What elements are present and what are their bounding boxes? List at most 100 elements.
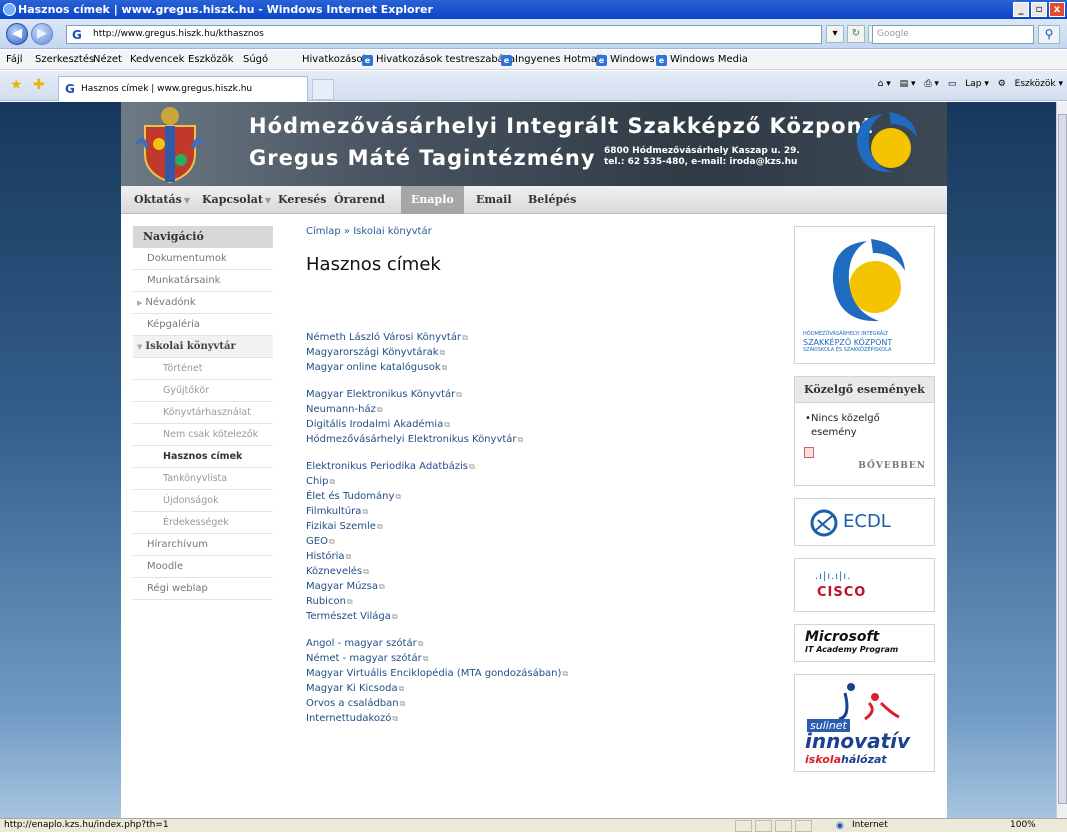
external-link[interactable]: História⧉ [306,549,766,564]
external-link[interactable]: Chip⧉ [306,474,766,489]
dropdown-icon[interactable]: ▾ [826,25,844,43]
address-input[interactable]: Ghttp://www.gregus.hiszk.hu/kthasznos [66,25,822,44]
external-link[interactable]: Német - magyar szótár⧉ [306,651,766,666]
site-icon: G [72,28,82,42]
link-text: Orvos a családban [306,698,399,709]
external-link[interactable]: Orvos a családban⧉ [306,696,766,711]
menu-file[interactable]: Fájl [6,50,23,70]
fav-windows-media[interactable]: e Windows Media [656,50,748,70]
calendar-icon[interactable] [804,447,814,458]
sidebar-subitem-nem-csak-kotelezok[interactable]: Nem csak kötelezők [133,424,273,446]
sidebar-subitem-hasznos-cimek[interactable]: Hasznos címek [133,446,273,468]
sidebar-item-iskolai-konyvtar[interactable]: ▼ Iskolai könyvtár [133,336,273,358]
add-favorite-icon[interactable]: ✚ [33,77,45,93]
nav-oktatas[interactable]: Oktatás ▼ [124,186,200,214]
external-link[interactable]: GEO⧉ [306,534,766,549]
external-link-icon: ⧉ [562,669,569,678]
feeds-icon[interactable]: ▤ ▾ [900,79,916,89]
search-icon[interactable]: ⚲ [1038,25,1060,44]
external-link[interactable]: Filmkultúra⧉ [306,504,766,519]
dropdown-arrow-icon: ▼ [183,195,190,205]
refresh-icon[interactable]: ↻ [847,25,865,43]
page-menu[interactable]: ▭ Lap ▾ [948,79,989,89]
school-logo-icon [832,239,905,322]
external-link[interactable]: Természet Világa⧉ [306,609,766,624]
external-link[interactable]: Németh László Városi Könyvtár⧉ [306,330,766,345]
menu-view[interactable]: Nézet [93,50,122,70]
favorites-star-icon[interactable]: ★ [10,77,23,93]
vertical-scrollbar[interactable] [1056,102,1067,818]
forward-button[interactable]: ▶ [31,23,53,45]
right-sidebar: HÓDMEZŐVÁSÁRHELYI INTEGRÁLT SZAKKÉPZŐ KÖ… [794,226,935,784]
sidebar-subitem-tortenet[interactable]: Történet [133,358,273,380]
menu-favorites[interactable]: Kedvencek [130,50,184,70]
cisco-banner[interactable]: .ı|ı.ı|ı. CISCO [794,558,935,612]
external-link[interactable]: Fizikai Szemle⧉ [306,519,766,534]
external-link[interactable]: Magyar online katalógusok⧉ [306,360,766,375]
sidebar-item-hirarchivum[interactable]: Hírarchívum [133,534,273,556]
sidebar-item-kepgaleria[interactable]: Képgaléria [133,314,273,336]
sidebar-subitem-tankonyvlista[interactable]: Tankönyvlista [133,468,273,490]
menu-tools[interactable]: Eszközök [188,50,234,70]
sidebar-subitem-ujdonsagok[interactable]: Újdonságok [133,490,273,512]
external-link[interactable]: Neumann-ház⧉ [306,402,766,417]
fav-customize-label: Hivatkozások testreszabása [376,54,516,65]
menu-edit[interactable]: Szerkesztés [35,50,94,70]
external-link[interactable]: Magyar Virtuális Enciklopédia (MTA gondo… [306,666,766,681]
link-text: Német - magyar szótár [306,653,422,664]
external-link[interactable]: Elektronikus Periodika Adatbázis⧉ [306,459,766,474]
nav-orarend[interactable]: Órarend [324,186,395,214]
active-tab[interactable]: G Hasznos címek | www.gregus.hiszk.hu [58,76,308,101]
microsoft-banner[interactable]: Microsoft IT Academy Program [794,624,935,662]
nav-belepes[interactable]: Belépés [518,186,586,214]
sidebar-item-regi-weblap[interactable]: Régi weblap [133,578,273,600]
home-icon[interactable]: ⌂ ▾ [878,79,891,89]
maximize-button[interactable]: ▫ [1031,2,1047,17]
scrollbar-thumb[interactable] [1058,114,1067,804]
nav-email[interactable]: Email [466,186,522,214]
external-link[interactable]: Hódmezővásárhelyi Elektronikus Könyvtár⧉ [306,432,766,447]
breadcrumb[interactable]: Címlap » Iskolai könyvtár [306,226,776,242]
tools-menu[interactable]: ⚙ Eszközök ▾ [998,79,1063,89]
search-input[interactable]: Google [872,25,1034,44]
sidebar-subitem-konyvtarhasznalat[interactable]: Könyvtárhasználat [133,402,273,424]
menu-help[interactable]: Súgó [243,50,268,70]
new-tab-button[interactable] [312,79,334,100]
microsoft-text: Microsoft [805,629,880,645]
external-link[interactable]: Digitális Irodalmi Akadémia⧉ [306,417,766,432]
sidebar-subitem-gyujtokor[interactable]: Gyűjtőkör [133,380,273,402]
close-button[interactable]: x [1049,2,1065,17]
external-link[interactable]: Magyar Ki Kicsoda⧉ [306,681,766,696]
fav-links[interactable]: Hivatkozások [302,50,368,70]
fav-customize[interactable]: e Hivatkozások testreszabása [362,50,515,70]
sidebar-item-dokumentumok[interactable]: Dokumentumok [133,248,273,270]
external-link[interactable]: Angol - magyar szótár⧉ [306,636,766,651]
back-button[interactable]: ◀ [6,23,28,45]
title-bar: Hasznos címek | www.gregus.hiszk.hu - Wi… [0,0,1067,19]
minimize-button[interactable]: _ [1013,2,1029,17]
fav-hotmail[interactable]: e Ingyenes Hotmail [501,50,603,70]
external-link[interactable]: Magyar Múzsa⧉ [306,579,766,594]
sidebar-item-munkatarsaink[interactable]: Munkatársaink [133,270,273,292]
external-link[interactable]: Rubicon⧉ [306,594,766,609]
nav-enaplo[interactable]: Enaplo [401,186,464,214]
external-link[interactable]: Magyarországi Könyvtárak⧉ [306,345,766,360]
fav-windows[interactable]: e Windows [596,50,655,70]
sidebar-item-nevadonk[interactable]: ▶ Névadónk [133,292,273,314]
sulinet-banner[interactable]: sulinet innovatív iskolahálózat [794,674,935,772]
external-link-icon: ⧉ [328,537,335,546]
ecdl-banner[interactable]: ECDL [794,498,935,546]
school-logo-box[interactable]: HÓDMEZŐVÁSÁRHELYI INTEGRÁLT SZAKKÉPZŐ KÖ… [794,226,935,364]
zoom-level[interactable]: 100% [1010,819,1036,832]
sidebar-item-moodle[interactable]: Moodle [133,556,273,578]
external-link[interactable]: Köznevelés⧉ [306,564,766,579]
ie-page-icon: e [362,55,373,66]
sidebar-subitem-erdekessegek[interactable]: Érdekességek [133,512,273,534]
external-link[interactable]: Internettudakozó⧉ [306,711,766,726]
print-icon[interactable]: ⎙ ▾ [924,79,939,89]
external-link[interactable]: Élet és Tudomány⧉ [306,489,766,504]
status-segment [795,820,812,832]
more-link[interactable]: BŐVEBBEN [858,461,926,471]
tools-menu-label: Eszközök [1014,79,1056,89]
external-link[interactable]: Magyar Elektronikus Könyvtár⧉ [306,387,766,402]
